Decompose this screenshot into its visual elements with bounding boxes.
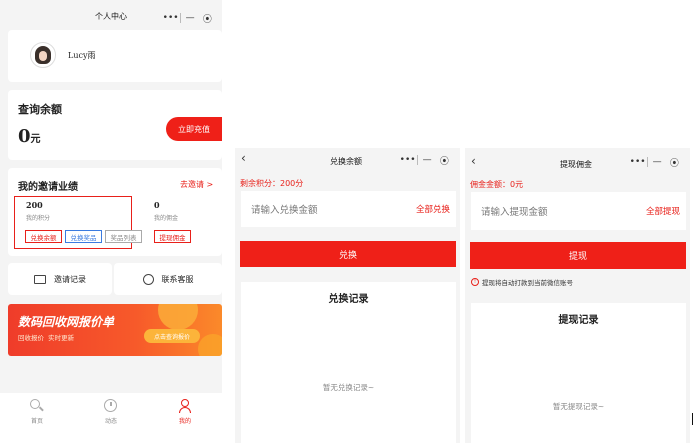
text-cursor bbox=[692, 413, 693, 425]
page-title: 个人中心 bbox=[95, 12, 127, 21]
invite-card: 我的邀请业绩 去邀请 > 200 我的积分 兑换余额 兑换奖品 奖品列表 0 我… bbox=[8, 168, 222, 256]
withdraw-amount-field[interactable]: 请输入提现金额 全部提现 bbox=[471, 192, 686, 230]
back-arrow-icon[interactable]: ‹ bbox=[471, 154, 476, 168]
exchange-amount-field[interactable]: 请输入兑换金额 全部兑换 bbox=[241, 191, 456, 227]
commission-value: 0 bbox=[154, 200, 160, 210]
points-label: 我的积分 bbox=[26, 215, 51, 222]
exchange-balance-tag[interactable]: 兑换余额 bbox=[25, 230, 62, 243]
exchange-button[interactable]: 兑换 bbox=[240, 241, 456, 267]
exchange-records-title: 兑换记录 bbox=[328, 294, 369, 305]
contact-service-label: 联系客服 bbox=[161, 274, 194, 284]
mail-icon bbox=[34, 274, 46, 284]
minimize-icon[interactable]: — bbox=[419, 155, 435, 165]
close-icon[interactable]: ⦿ bbox=[199, 12, 215, 25]
menu-capsule[interactable]: ••• — ⦿ bbox=[629, 154, 683, 170]
bottom-tab-bar: 首页 动态 我的 bbox=[0, 393, 222, 443]
close-icon[interactable]: ⦿ bbox=[666, 156, 682, 169]
user-name: Lucy雨 bbox=[68, 51, 96, 60]
banner-circle bbox=[158, 304, 198, 330]
withdraw-commission-tag[interactable]: 提现佣金 bbox=[154, 230, 191, 243]
commission-amount: 佣金金额：0元 bbox=[470, 180, 524, 189]
exchange-prize-tag[interactable]: 兑换奖品 bbox=[65, 230, 102, 243]
remaining-points: 剩余积分：200分 bbox=[240, 179, 304, 188]
exchange-amount-input[interactable]: 请输入兑换金额 bbox=[251, 202, 318, 216]
points-value: 200 bbox=[26, 200, 43, 210]
more-icon[interactable]: ••• bbox=[163, 13, 179, 23]
banner-query-button[interactable]: 点击查询报价 bbox=[144, 329, 200, 343]
commission-label: 我的佣金 bbox=[154, 215, 179, 222]
withdraw-screen: ‹ 提现佣金 ••• — ⦿ 佣金金额：0元 请输入提现金额 全部提现 提现 !… bbox=[465, 148, 690, 443]
exchange-all-link[interactable]: 全部兑换 bbox=[416, 203, 450, 215]
tab-activity-label: 动态 bbox=[104, 418, 117, 425]
tab-mine[interactable]: 我的 bbox=[148, 393, 222, 443]
exchange-page-title: 兑换余额 bbox=[330, 157, 362, 166]
info-icon: ! bbox=[471, 278, 479, 286]
user-card[interactable]: Lucy雨 bbox=[8, 30, 222, 82]
search-icon bbox=[30, 399, 44, 413]
prize-list-tag[interactable]: 奖品列表 bbox=[105, 230, 142, 243]
banner-subtitle: 回收报价 实时更新 bbox=[18, 334, 75, 342]
banner-title: 数码回收网报价单 bbox=[18, 315, 115, 329]
exchange-records-card: 兑换记录 暂无兑换记录~ bbox=[241, 282, 456, 443]
clock-icon bbox=[104, 399, 118, 413]
recharge-button[interactable]: 立即充值 bbox=[166, 117, 222, 141]
more-icon[interactable]: ••• bbox=[400, 155, 416, 165]
exchange-empty-text: 暂无兑换记录~ bbox=[322, 383, 375, 392]
avatar bbox=[30, 42, 56, 68]
menu-capsule[interactable]: ••• — ⦿ bbox=[162, 10, 216, 26]
balance-card: 查询余额 0元 立即充值 bbox=[8, 90, 222, 160]
promo-banner[interactable]: 数码回收网报价单 回收报价 实时更新 点击查询报价 bbox=[8, 304, 222, 356]
invite-link[interactable]: 去邀请 > bbox=[180, 179, 213, 190]
back-arrow-icon[interactable]: ‹ bbox=[241, 151, 246, 165]
tab-activity[interactable]: 动态 bbox=[74, 393, 148, 443]
menu-capsule[interactable]: ••• — ⦿ bbox=[399, 152, 453, 168]
withdraw-button[interactable]: 提现 bbox=[470, 242, 686, 269]
withdraw-records-title: 提现记录 bbox=[558, 315, 599, 326]
balance-amount: 0元 bbox=[18, 126, 41, 147]
banner-circle bbox=[198, 334, 222, 356]
withdraw-records-card: 提现记录 暂无提现记录~ bbox=[471, 303, 686, 443]
withdraw-notice-text: 提现将自动打款到当前微信账号 bbox=[482, 279, 573, 287]
withdraw-notice: ! 提现将自动打款到当前微信账号 bbox=[471, 277, 573, 287]
invite-records-label: 邀请记录 bbox=[54, 274, 86, 284]
withdraw-page-title: 提现佣金 bbox=[560, 160, 592, 169]
user-icon bbox=[178, 399, 192, 413]
exchange-screen: ‹ 兑换余额 ••• — ⦿ 剩余积分：200分 请输入兑换金额 全部兑换 兑换… bbox=[235, 148, 460, 443]
tab-home[interactable]: 首页 bbox=[0, 393, 74, 443]
withdraw-empty-text: 暂无提现记录~ bbox=[552, 402, 605, 411]
profile-screen: 个人中心 ••• — ⦿ Lucy雨 查询余额 0元 立即充值 我的邀请业绩 去… bbox=[0, 0, 222, 443]
withdraw-all-link[interactable]: 全部提现 bbox=[646, 205, 680, 217]
minimize-icon[interactable]: — bbox=[182, 13, 198, 23]
contact-service-button[interactable]: 联系客服 bbox=[114, 263, 222, 295]
invite-title: 我的邀请业绩 bbox=[18, 182, 78, 193]
withdraw-amount-input[interactable]: 请输入提现金额 bbox=[481, 204, 548, 218]
tab-home-label: 首页 bbox=[30, 418, 43, 425]
balance-title: 查询余额 bbox=[18, 103, 62, 116]
invite-records-button[interactable]: 邀请记录 bbox=[8, 263, 112, 295]
minimize-icon[interactable]: — bbox=[649, 157, 665, 167]
close-icon[interactable]: ⦿ bbox=[436, 154, 452, 167]
tab-mine-label: 我的 bbox=[178, 418, 191, 425]
more-icon[interactable]: ••• bbox=[630, 157, 646, 167]
service-icon bbox=[142, 273, 154, 285]
